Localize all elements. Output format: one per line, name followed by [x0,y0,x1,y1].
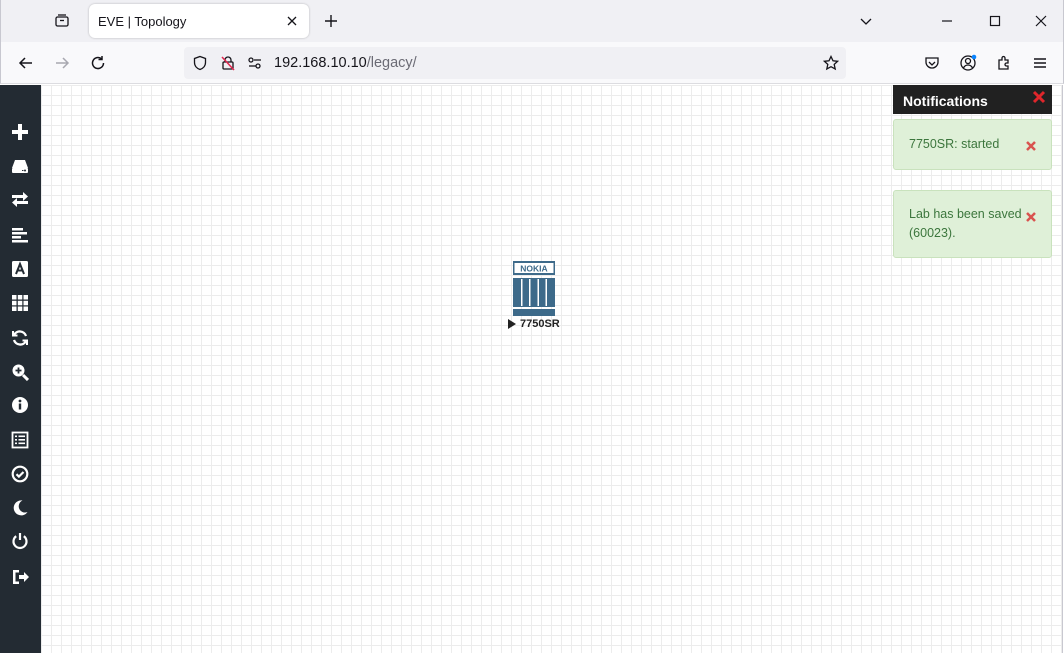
zoom-in-icon[interactable] [9,361,31,383]
dismiss-notification-icon[interactable] [1025,211,1037,223]
url-bar[interactable]: 192.168.10.10/legacy/ [184,47,846,79]
moon-icon[interactable] [9,497,31,519]
power-icon[interactable] [9,530,31,552]
permissions-icon[interactable] [246,54,264,72]
chevron-down-icon[interactable] [855,10,877,32]
browser-nav-bar: 192.168.10.10/legacy/ [0,42,1064,84]
tab-title: EVE | Topology [98,14,187,29]
topology-canvas[interactable] [41,85,1063,653]
menu-icon[interactable] [1029,52,1051,74]
exchange-icon[interactable] [9,188,31,210]
reload-icon[interactable] [87,52,109,74]
bookmark-star-icon[interactable] [822,54,840,72]
align-left-icon[interactable] [9,224,31,246]
hdd-icon[interactable] [9,155,31,177]
font-icon[interactable] [9,258,31,280]
check-circle-icon[interactable] [9,463,31,485]
list-icon[interactable] [9,429,31,451]
minimize-icon[interactable] [936,10,958,32]
eve-sidebar [0,85,41,653]
node-7750sr[interactable]: NOKIA 7750SR [506,261,566,333]
shield-icon[interactable] [191,54,209,72]
notifications-title: Notifications [903,93,988,109]
node-name: 7750SR [520,318,560,330]
browser-tab-active[interactable]: EVE | Topology [89,4,309,38]
nokia-router-icon: NOKIA [513,261,555,316]
maximize-icon[interactable] [984,10,1006,32]
notification-text: Lab has been saved (60023). [909,207,1022,240]
grid-icon[interactable] [9,292,31,314]
account-icon[interactable] [957,52,979,74]
tab-list-icon[interactable] [51,9,73,31]
refresh-icon[interactable] [9,327,31,349]
close-notifications-icon[interactable] [1032,90,1046,104]
dismiss-notification-icon[interactable] [1025,140,1037,152]
insecure-lock-icon[interactable] [219,54,237,72]
info-icon[interactable] [9,394,31,416]
url-host: 192.168.10.10 [274,55,367,71]
pocket-icon[interactable] [921,52,943,74]
url-text[interactable]: 192.168.10.10/legacy/ [274,55,417,71]
url-path: /legacy/ [366,55,417,71]
node-brand: NOKIA [520,264,547,274]
close-tab-icon[interactable] [283,12,301,30]
new-tab-icon[interactable] [321,11,341,31]
notification-text: 7750SR: started [909,137,1000,151]
browser-tab-bar: EVE | Topology [0,0,1064,42]
notifications-header: Notifications [893,85,1052,114]
plus-icon[interactable] [9,121,31,143]
back-icon[interactable] [15,52,37,74]
node-label[interactable]: 7750SR [506,318,566,330]
close-window-icon[interactable] [1030,10,1052,32]
logout-icon[interactable] [9,566,31,588]
notification-item: 7750SR: started [893,119,1052,170]
forward-icon[interactable] [51,52,73,74]
extensions-icon[interactable] [993,52,1015,74]
notification-item: Lab has been saved (60023). [893,190,1052,258]
running-status-icon [508,319,516,329]
